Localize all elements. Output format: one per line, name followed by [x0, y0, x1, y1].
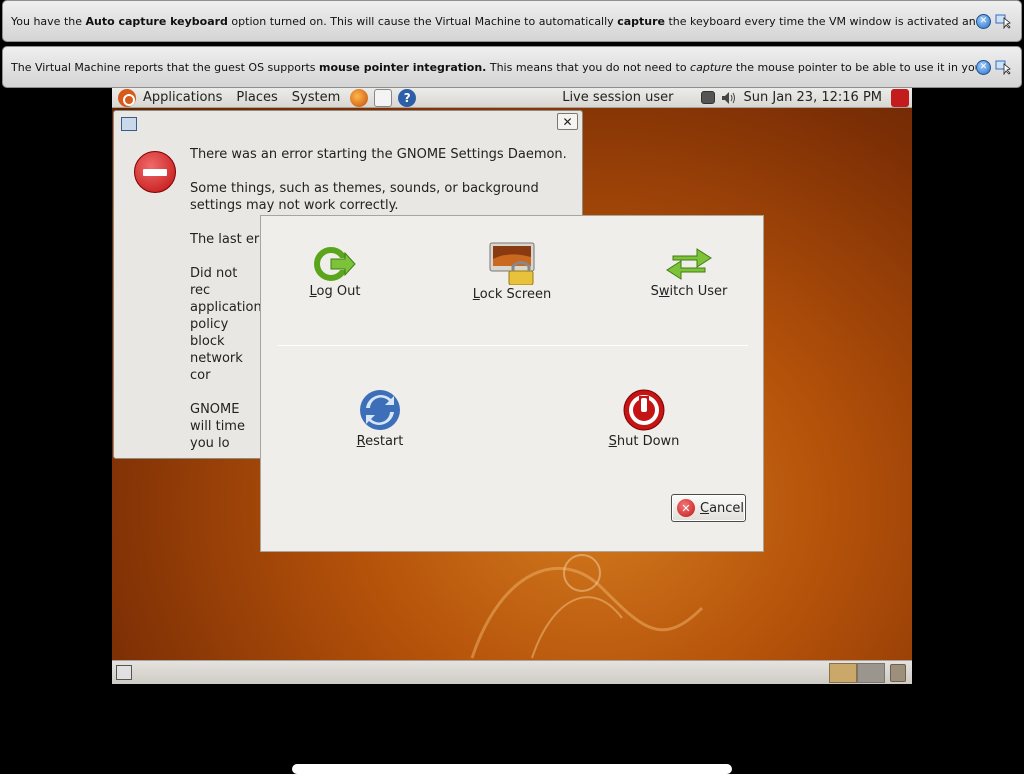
close-icon[interactable]: ✕ — [976, 13, 991, 29]
power-icon[interactable] — [891, 88, 909, 107]
network-icon[interactable] — [700, 91, 715, 104]
vm-display[interactable]: Applications Places System ? Live sessio… — [112, 88, 912, 684]
switch-user-icon — [666, 248, 712, 280]
clock[interactable]: Sun Jan 23, 12:16 PM — [744, 90, 883, 105]
shut-down-option[interactable]: Shut Down — [606, 388, 682, 449]
log-out-label: Log Out — [309, 284, 361, 299]
cancel-button[interactable]: ✕ Cancel — [671, 494, 746, 522]
close-button[interactable]: ✕ — [557, 113, 578, 130]
shut-down-icon — [623, 389, 665, 431]
pointer-icon[interactable] — [995, 59, 1011, 75]
window-icon — [121, 117, 137, 131]
notice-text: The Virtual Machine reports that the gue… — [11, 60, 976, 74]
restart-option[interactable]: Restart — [350, 388, 410, 449]
switch-user-option[interactable]: Switch User — [644, 246, 734, 299]
menu-places[interactable]: Places — [229, 90, 284, 105]
firefox-icon[interactable] — [350, 88, 369, 107]
bottom-panel — [112, 660, 912, 684]
lock-screen-icon — [489, 242, 535, 285]
volume-icon[interactable] — [721, 91, 737, 105]
session-user[interactable]: Live session user — [562, 90, 673, 105]
log-out-icon — [314, 247, 356, 281]
restart-label: Restart — [356, 434, 404, 449]
close-icon[interactable]: ✕ — [976, 59, 991, 75]
bottom-overlay-edge — [292, 764, 732, 774]
lock-screen-option[interactable]: Lock Screen — [467, 241, 557, 302]
cancel-label: Cancel — [700, 500, 745, 516]
menu-applications[interactable]: Applications — [136, 90, 229, 105]
workspace-2[interactable] — [857, 663, 885, 683]
pointer-icon[interactable] — [995, 13, 1011, 29]
restart-icon — [360, 390, 400, 430]
show-desktop-icon[interactable] — [116, 665, 132, 680]
shut-down-label: Shut Down — [608, 434, 680, 449]
workspace-1[interactable] — [829, 663, 857, 683]
trash-icon[interactable] — [890, 664, 906, 682]
log-out-option[interactable]: Log Out — [305, 246, 365, 299]
lock-screen-label: Lock Screen — [472, 287, 552, 302]
cancel-icon: ✕ — [677, 499, 695, 517]
top-panel: Applications Places System ? Live sessio… — [112, 88, 912, 108]
menu-system[interactable]: System — [285, 90, 347, 105]
switch-user-label: Switch User — [650, 284, 728, 299]
separator — [278, 345, 748, 346]
notice-mouse-integration: The Virtual Machine reports that the gue… — [2, 46, 1022, 88]
notice-auto-capture: You have the Auto capture keyboard optio… — [2, 0, 1022, 42]
logout-dialog: Log Out Lock Screen Switch User Restart … — [260, 215, 764, 552]
mail-icon[interactable] — [374, 88, 393, 107]
notice-text: You have the Auto capture keyboard optio… — [11, 14, 976, 28]
help-icon[interactable]: ? — [398, 88, 417, 107]
ubuntu-logo-icon[interactable] — [118, 88, 136, 107]
error-icon — [134, 151, 176, 193]
